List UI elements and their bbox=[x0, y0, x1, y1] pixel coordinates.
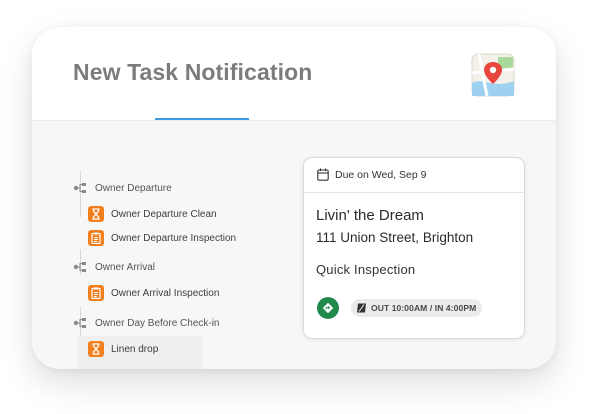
group-owner-arrival[interactable]: Owner Arrival bbox=[73, 261, 155, 273]
task-detail-card[interactable]: Due on Wed, Sep 9 Livin' the Dream 111 U… bbox=[303, 157, 525, 339]
page-title: New Task Notification bbox=[73, 59, 313, 85]
hierarchy-icon bbox=[73, 183, 86, 193]
task-badge bbox=[88, 341, 104, 357]
property-name: Livin' the Dream bbox=[316, 207, 424, 224]
due-date-row: Due on Wed, Sep 9 bbox=[317, 168, 426, 181]
group-label: Owner Departure bbox=[95, 182, 172, 194]
notification-card: New Task Notification Owner Departure Ow… bbox=[32, 27, 556, 369]
task-label: Owner Departure Inspection bbox=[111, 232, 237, 244]
times-text: OUT 10:00AM / IN 4:00PM bbox=[371, 303, 477, 313]
navigate-button[interactable] bbox=[317, 297, 339, 319]
checkout-checkin-times: OUT 10:00AM / IN 4:00PM bbox=[351, 299, 483, 317]
task-badge bbox=[88, 206, 104, 222]
task-badge bbox=[88, 230, 104, 246]
task-type: Quick Inspection bbox=[316, 262, 416, 277]
clipboard-icon bbox=[91, 287, 101, 299]
tree-guide-line bbox=[80, 171, 81, 217]
hierarchy-icon bbox=[73, 318, 86, 328]
card-divider bbox=[304, 192, 524, 193]
group-label: Owner Day Before Check-in bbox=[95, 317, 220, 329]
group-label: Owner Arrival bbox=[95, 261, 156, 273]
task-label: Linen drop bbox=[111, 343, 159, 355]
task-item[interactable]: Linen drop bbox=[88, 341, 158, 357]
task-badge bbox=[88, 285, 104, 301]
clipboard-icon bbox=[91, 232, 101, 244]
task-item[interactable]: Owner Arrival Inspection bbox=[88, 285, 219, 301]
calendar-icon bbox=[317, 168, 329, 181]
task-label: Owner Departure Clean bbox=[111, 208, 217, 220]
task-item[interactable]: Owner Departure Inspection bbox=[88, 230, 236, 246]
property-address: 111 Union Street, Brighton bbox=[316, 230, 474, 245]
hierarchy-icon bbox=[73, 262, 86, 272]
card-header: New Task Notification bbox=[32, 27, 556, 123]
group-owner-day-before-check-in[interactable]: Owner Day Before Check-in bbox=[73, 317, 220, 329]
task-label: Owner Arrival Inspection bbox=[111, 287, 220, 299]
directions-icon bbox=[322, 302, 334, 314]
group-owner-departure[interactable]: Owner Departure bbox=[73, 182, 172, 194]
door-icon bbox=[357, 303, 366, 313]
notification-body: Owner Departure Owner Departure Clean Ow… bbox=[32, 121, 556, 369]
task-item[interactable]: Owner Departure Clean bbox=[88, 206, 217, 222]
map-pin-icon[interactable] bbox=[471, 53, 515, 97]
due-date: Due on Wed, Sep 9 bbox=[335, 168, 427, 181]
hourglass-icon bbox=[92, 343, 100, 355]
hourglass-icon bbox=[92, 208, 100, 220]
